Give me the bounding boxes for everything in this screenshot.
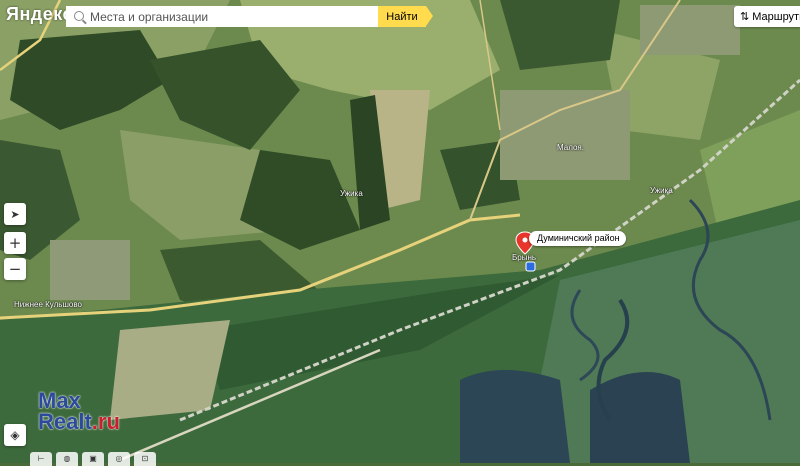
ruler-icon[interactable]: ⊢ <box>30 452 52 466</box>
zoom-in-button[interactable]: + <box>4 232 26 254</box>
marker-label[interactable]: Думиничский район <box>529 231 626 246</box>
lake <box>590 372 690 463</box>
zoom-out-button[interactable]: − <box>4 258 26 280</box>
layers-icon: ◈ <box>10 428 20 442</box>
river-label: Ужика <box>340 189 363 198</box>
river-label: Ужика <box>650 186 673 195</box>
watermark-realt: Realt <box>38 409 92 434</box>
locate-arrow-icon: ➤ <box>10 207 20 221</box>
satellite-map[interactable] <box>0 0 800 463</box>
panorama-icon[interactable]: ◎ <box>108 452 130 466</box>
watermark-domain: .ru <box>91 409 120 434</box>
village-label: Нижнее Кульшово <box>14 300 82 309</box>
transport-icon[interactable]: ⊡ <box>134 452 156 466</box>
bus-stop-icon[interactable] <box>525 261 536 272</box>
watermark-line1: Max <box>38 388 81 413</box>
find-button[interactable]: Найти <box>378 6 433 27</box>
watermark-line2: Realt.ru <box>38 409 120 434</box>
route-icon: ⇅ <box>740 10 750 23</box>
bottom-toolbar: ⊢ ◍ ▣ ◎ ⊡ <box>30 452 156 466</box>
search-bar: Найти <box>66 6 433 27</box>
yandex-logo[interactable]: Яндекс <box>6 4 73 25</box>
routes-label: Маршруты <box>752 10 800 23</box>
search-icon <box>74 11 84 21</box>
locate-button[interactable]: ➤ <box>4 203 26 225</box>
lake <box>460 370 570 463</box>
camera-icon[interactable]: ▣ <box>82 452 104 466</box>
village-label: Малоя. <box>557 143 584 152</box>
layers-button[interactable]: ◈ <box>4 424 26 446</box>
station-label: Брынь <box>512 253 537 262</box>
traffic-icon[interactable]: ◍ <box>56 452 78 466</box>
forest <box>500 0 620 70</box>
watermark: Max Realt.ru <box>38 388 120 434</box>
routes-button[interactable]: ⇅ Маршруты <box>734 6 800 27</box>
search-input[interactable] <box>66 6 378 27</box>
